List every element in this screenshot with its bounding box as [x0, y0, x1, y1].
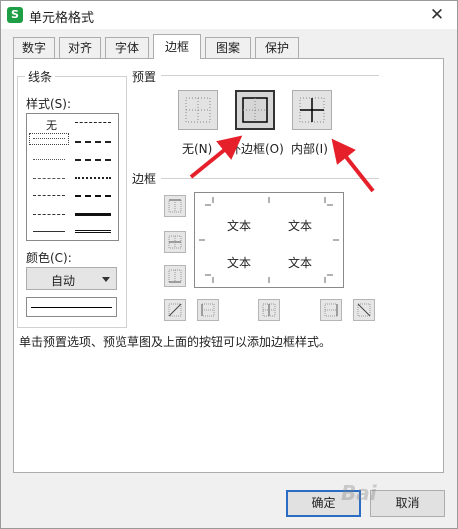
annotation-arrows: [189, 135, 375, 193]
format-cells-dialog: S 单元格格式 ✕ 数字 对齐 字体 边框 图案 保护 线条 样式(S): 无 …: [0, 0, 458, 529]
arrow-to-outline-icon: [189, 135, 243, 179]
arrow-to-inside-icon: [331, 138, 375, 193]
tab-border[interactable]: 边框: [153, 34, 201, 59]
